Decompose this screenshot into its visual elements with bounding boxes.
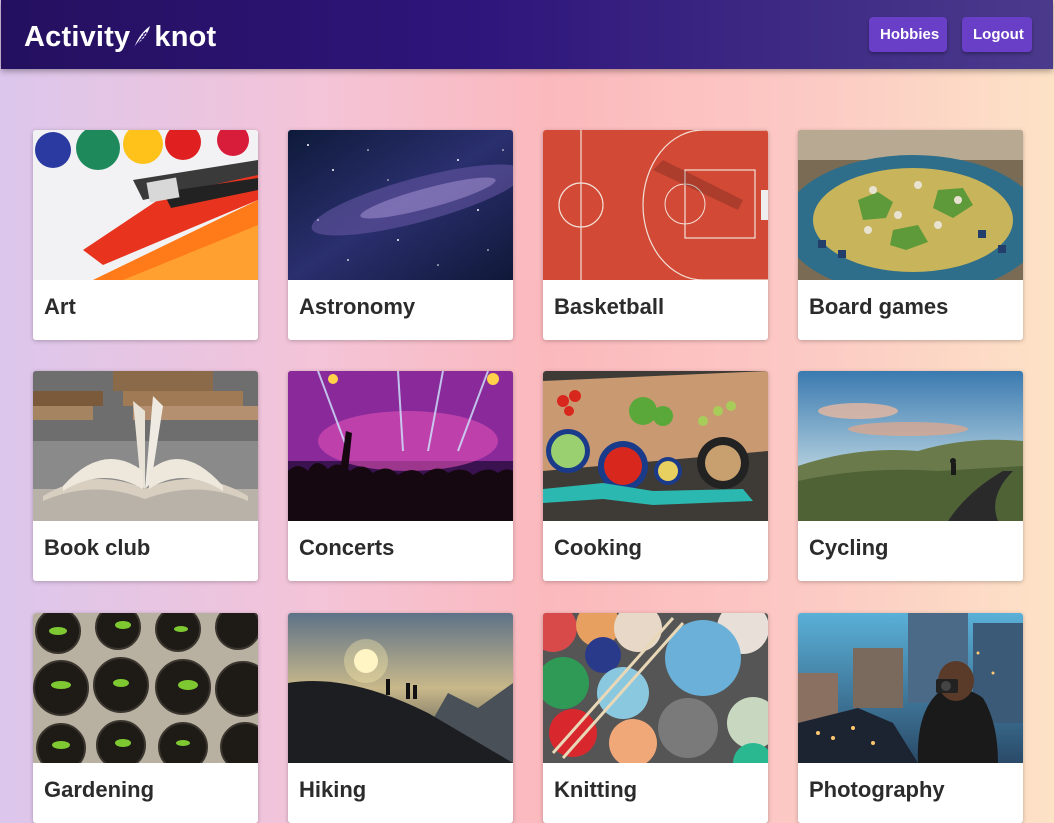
cooking-table-image [543, 371, 768, 521]
app-logo[interactable]: Activity knot [24, 17, 216, 57]
hobby-title: Astronomy [299, 294, 416, 319]
night-sky-image [288, 130, 513, 280]
hobby-card-astronomy[interactable]: Astronomy [288, 130, 513, 340]
hobby-card-cycling[interactable]: Cycling [798, 371, 1023, 581]
yarn-balls-image [543, 613, 768, 763]
hobby-card-cooking[interactable]: Cooking [543, 371, 768, 581]
hobby-title: Art [44, 294, 76, 319]
hobby-title: Board games [809, 294, 949, 319]
top-navbar: Activity knot Hobbies Logout [1, 0, 1053, 69]
hobby-title: Gardening [44, 777, 155, 802]
hobby-card-hiking[interactable]: Hiking [288, 613, 513, 823]
hobby-title: Book club [44, 535, 151, 560]
hobby-title: Basketball [554, 294, 665, 319]
basketball-court-image [543, 130, 768, 280]
hobby-card-basketball[interactable]: Basketball [543, 130, 768, 340]
hobby-title: Photography [809, 777, 945, 802]
board-game-image [798, 130, 1023, 280]
logout-button[interactable]: Logout [962, 17, 1032, 52]
hobby-card-concerts[interactable]: Concerts [288, 371, 513, 581]
hobby-title: Hiking [299, 777, 367, 802]
mountain-sunset-image [288, 613, 513, 763]
hobby-title: Knitting [554, 777, 638, 802]
hobby-card-board-games[interactable]: Board games [798, 130, 1023, 340]
seedling-pots-image [33, 613, 258, 763]
feather-icon [133, 26, 151, 49]
cycling-road-image [798, 371, 1023, 521]
paintbrush-image [33, 130, 258, 280]
hobbies-button[interactable]: Hobbies [869, 17, 947, 52]
logo-text-right: knot [154, 20, 217, 53]
hobby-title: Concerts [299, 535, 395, 560]
hobby-title: Cycling [809, 535, 889, 560]
hobby-title: Cooking [554, 535, 642, 560]
hobby-card-gardening[interactable]: Gardening [33, 613, 258, 823]
hobby-card-book-club[interactable]: Book club [33, 371, 258, 581]
hobby-card-photography[interactable]: Photography [798, 613, 1023, 823]
concert-crowd-image [288, 371, 513, 521]
open-book-image [33, 371, 258, 521]
hobby-card-art[interactable]: Art [33, 130, 258, 340]
hobby-card-knitting[interactable]: Knitting [543, 613, 768, 823]
logo-text-left: Activity [24, 20, 131, 53]
photographer-image [798, 613, 1023, 763]
